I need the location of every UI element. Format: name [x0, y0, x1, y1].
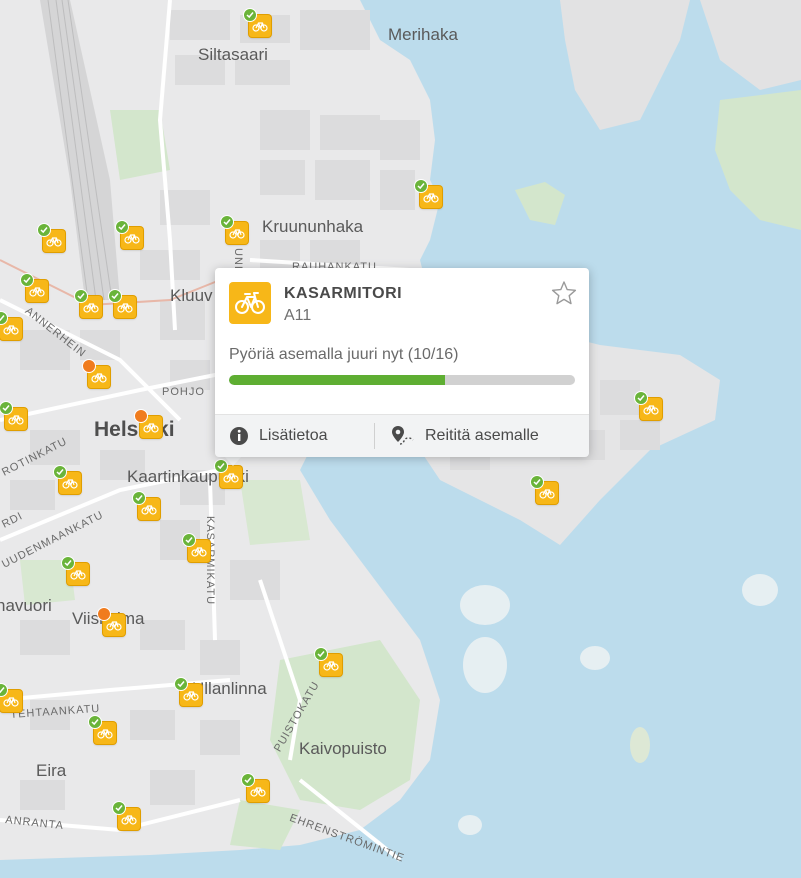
- status-check-icon: [97, 607, 111, 621]
- status-check-icon: [634, 391, 648, 405]
- status-check-icon: [174, 677, 188, 691]
- city-label: Helsinki: [94, 418, 175, 441]
- status-check-icon: [220, 215, 234, 229]
- bike-station-marker[interactable]: [132, 491, 160, 520]
- star-outline-icon[interactable]: [551, 280, 577, 306]
- station-name: KASARMITORI: [284, 285, 403, 302]
- district-label: Kruununhaka: [262, 217, 364, 236]
- status-check-icon: [61, 556, 75, 570]
- info-button[interactable]: Lisätietoa: [229, 415, 328, 457]
- status-check-icon: [53, 465, 67, 479]
- status-check-icon: [132, 491, 146, 505]
- map-view[interactable]: Merihaka Siltasaari Kruununhaka Kluuv He…: [0, 0, 801, 878]
- status-check-icon: [82, 359, 96, 373]
- status-check-icon: [134, 409, 148, 423]
- bike-station-marker[interactable]: [134, 409, 162, 438]
- bike-station-marker[interactable]: [88, 715, 116, 744]
- bike-station-marker[interactable]: [112, 801, 140, 830]
- bike-station-marker[interactable]: [61, 556, 89, 585]
- availability-bar: [229, 375, 575, 385]
- action-divider: [374, 423, 375, 449]
- bike-station-marker[interactable]: [97, 607, 125, 636]
- route-button-label: Reititä asemalle: [425, 427, 539, 444]
- station-code: A11: [284, 307, 312, 324]
- status-check-icon: [37, 223, 51, 237]
- bike-station-marker[interactable]: [82, 359, 110, 388]
- popup-pointer: [224, 456, 242, 466]
- bike-station-marker[interactable]: [115, 220, 143, 249]
- info-button-label: Lisätietoa: [259, 427, 328, 444]
- district-label: Kluuv: [170, 286, 213, 305]
- bike-station-marker[interactable]: [0, 401, 27, 430]
- info-circle-icon: [230, 427, 248, 445]
- popup-actions: Lisätietoa Reititä asemalle: [215, 414, 589, 457]
- status-check-icon: [182, 533, 196, 547]
- district-label: navuori: [0, 596, 52, 615]
- bike-station-marker[interactable]: [37, 223, 65, 252]
- bike-station-marker[interactable]: [414, 179, 442, 208]
- bike-station-marker[interactable]: [241, 773, 269, 802]
- district-label: Kaivopuisto: [299, 739, 387, 758]
- status-check-icon: [414, 179, 428, 193]
- bike-station-marker[interactable]: [174, 677, 202, 706]
- status-check-icon: [530, 475, 544, 489]
- bike-station-marker[interactable]: [214, 459, 242, 488]
- bike-station-marker[interactable]: [53, 465, 81, 494]
- bike-station-marker[interactable]: [74, 289, 102, 318]
- bike-station-marker[interactable]: [634, 391, 662, 420]
- district-label: Ullanlinna: [192, 679, 267, 698]
- availability-text: Pyöriä asemalla juuri nyt (10/16): [229, 346, 459, 363]
- bike-station-marker[interactable]: [182, 533, 210, 562]
- status-check-icon: [115, 220, 129, 234]
- bike-station-marker[interactable]: [0, 683, 22, 712]
- bike-station-marker[interactable]: [314, 647, 342, 676]
- status-check-icon: [241, 773, 255, 787]
- bike-station-marker[interactable]: [243, 8, 271, 37]
- status-check-icon: [314, 647, 328, 661]
- district-label: Siltasaari: [198, 45, 268, 64]
- bicycle-icon: [229, 282, 271, 324]
- availability-bar-fill: [229, 375, 446, 385]
- route-pin-icon: [392, 426, 414, 445]
- status-check-icon: [88, 715, 102, 729]
- bike-station-marker[interactable]: [220, 215, 248, 244]
- bike-station-marker[interactable]: [530, 475, 558, 504]
- bike-station-marker[interactable]: [0, 311, 22, 340]
- district-label: Merihaka: [388, 25, 458, 44]
- district-label: Eira: [36, 761, 67, 780]
- status-check-icon: [108, 289, 122, 303]
- station-popup: KASARMITORI A11 Pyöriä asemalla juuri ny…: [215, 268, 589, 457]
- bike-station-marker[interactable]: [20, 273, 48, 302]
- street-label: Pohjo: [162, 386, 205, 398]
- status-check-icon: [20, 273, 34, 287]
- status-check-icon: [243, 8, 257, 22]
- status-check-icon: [74, 289, 88, 303]
- route-button[interactable]: Reititä asemalle: [391, 415, 539, 457]
- status-check-icon: [112, 801, 126, 815]
- bike-station-marker[interactable]: [108, 289, 136, 318]
